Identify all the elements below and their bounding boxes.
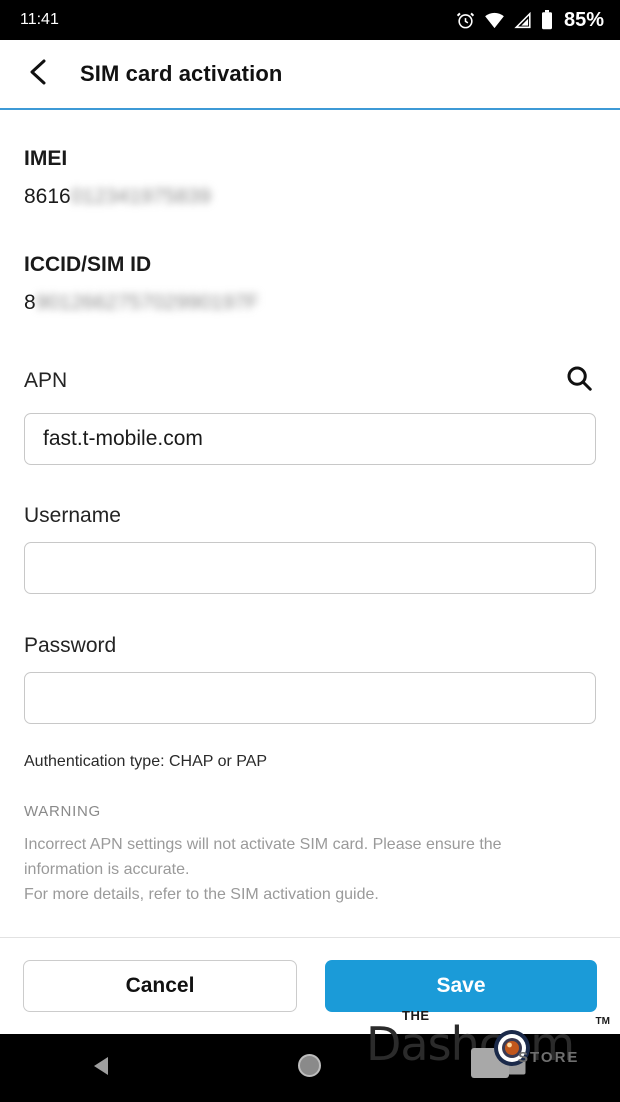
imei-value-redacted: 012341975839 [70, 185, 211, 208]
battery-icon [541, 10, 553, 30]
nav-back-button[interactable] [68, 1034, 138, 1102]
page-title: SIM card activation [80, 61, 283, 86]
apn-input[interactable] [24, 413, 596, 465]
imei-label: IMEI [24, 147, 68, 170]
warning-line-3: For more details, refer to the SIM activ… [24, 886, 379, 903]
imei-field-group: IMEI 8616 012341975839 [24, 147, 596, 209]
app-bar-divider [0, 108, 620, 110]
username-label: Username [24, 504, 121, 527]
password-input[interactable] [24, 672, 596, 724]
save-button[interactable]: Save [325, 960, 597, 1012]
android-navigation-bar [0, 1034, 620, 1102]
nav-back-icon [91, 1054, 115, 1083]
warning-line-1: Incorrect APN settings will not activate… [24, 836, 502, 853]
apn-label-row: APN [24, 361, 596, 400]
iccid-value: 8 901266275702990197F [24, 291, 596, 315]
nav-recents-button[interactable] [482, 1034, 552, 1102]
iccid-label: ICCID/SIM ID [24, 253, 152, 276]
form-content: IMEI 8616 012341975839 ICCID/SIM ID 8 9012… [0, 147, 620, 907]
alarm-icon [456, 11, 475, 30]
wifi-icon [484, 12, 505, 29]
auth-type-note: Authentication type: CHAP or PAP [24, 753, 268, 770]
warning-block: WARNING Incorrect APN settings will not … [24, 803, 596, 907]
imei-value: 8616 012341975839 [24, 185, 596, 209]
battery-percent-label: 85% [563, 8, 604, 31]
password-field-group: Password [24, 634, 596, 724]
nav-home-button[interactable] [275, 1034, 345, 1102]
nav-recents-icon [506, 1055, 527, 1081]
imei-value-visible: 8616 [24, 185, 71, 208]
cellular-signal-icon [514, 11, 532, 29]
iccid-value-visible: 8 [24, 291, 36, 314]
app-bar: SIM card activation [0, 40, 620, 108]
chevron-left-icon [26, 57, 52, 92]
warning-title: WARNING [24, 803, 101, 820]
warning-body: Incorrect APN settings will not activate… [24, 832, 596, 907]
username-input[interactable] [24, 542, 596, 594]
status-bar: 11:41 85% [0, 0, 620, 40]
cancel-button[interactable]: Cancel [23, 960, 297, 1012]
status-bar-clock: 11:41 [20, 11, 59, 28]
search-icon[interactable] [562, 361, 596, 400]
username-field-group: Username [24, 504, 596, 594]
password-label: Password [24, 634, 117, 657]
warning-line-2: information is accurate. [24, 861, 190, 878]
iccid-field-group: ICCID/SIM ID 8 901266275702990197F [24, 253, 596, 315]
iccid-value-redacted: 901266275702990197F [35, 291, 259, 314]
apn-label: APN [24, 368, 68, 392]
status-bar-icons: 85% [456, 9, 604, 32]
apn-field-group: APN [24, 361, 596, 465]
back-button[interactable] [18, 53, 60, 95]
nav-home-icon [297, 1053, 322, 1083]
button-bar: Cancel Save [0, 938, 620, 1034]
